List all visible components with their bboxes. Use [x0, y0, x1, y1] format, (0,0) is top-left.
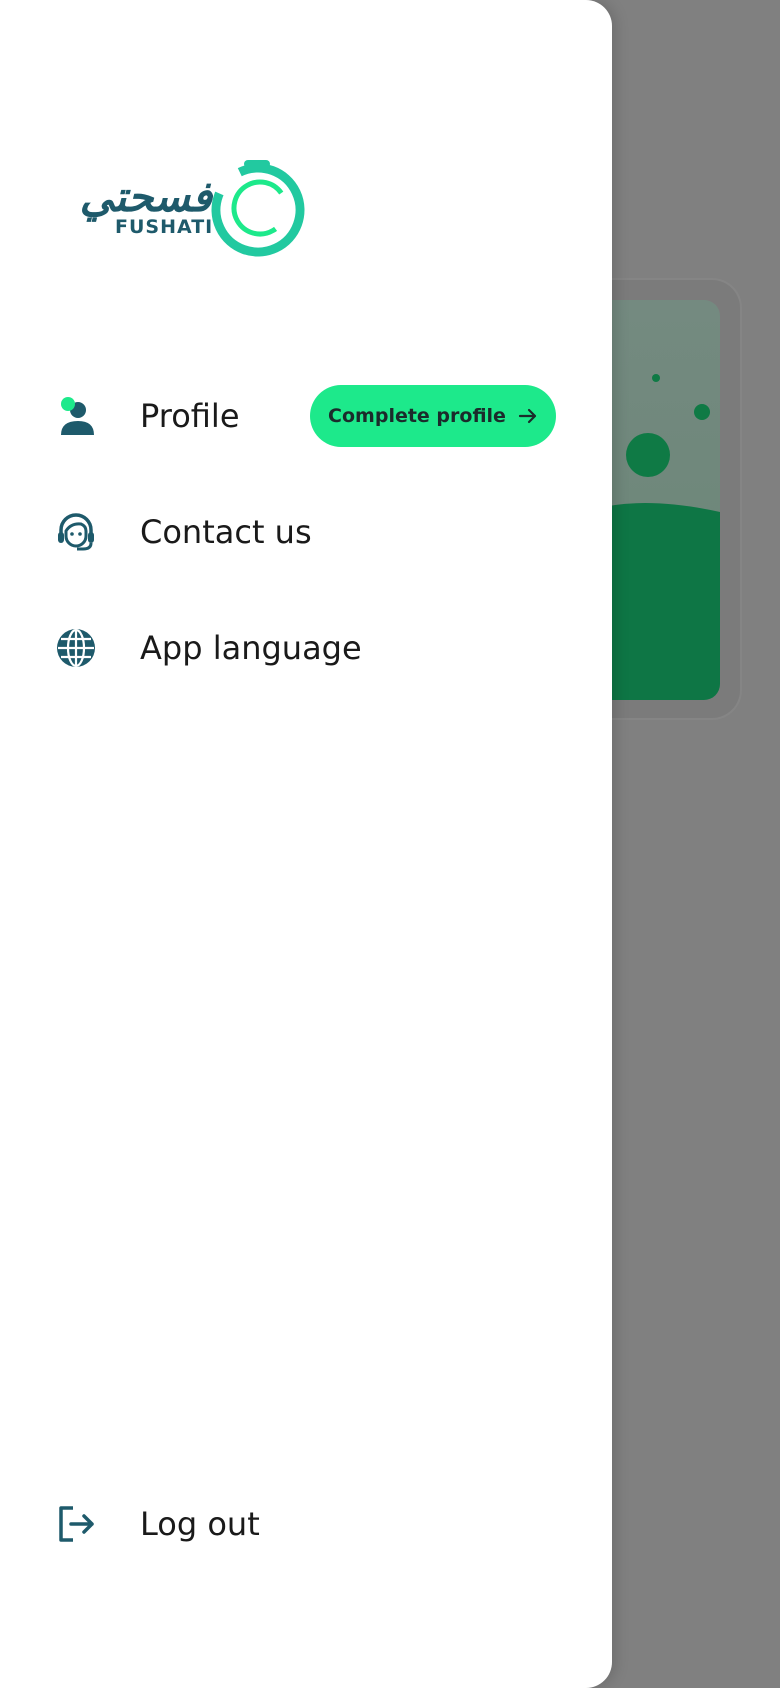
- logout-button[interactable]: Log out: [50, 1493, 570, 1555]
- logo-wordmark-arabic: فسحتي: [79, 172, 212, 221]
- menu-item-label: Profile: [140, 397, 240, 435]
- fushati-logo: فسحتي FUSHATI: [62, 158, 312, 264]
- logout-icon: [50, 1498, 102, 1550]
- logo-wordmark-english: FUSHATI: [115, 216, 214, 238]
- menu-item-app-language[interactable]: App language: [50, 617, 570, 679]
- logo-ring-icon: [211, 160, 305, 257]
- logout-label: Log out: [140, 1505, 260, 1543]
- arrow-right-icon: [518, 408, 537, 424]
- menu-item-label: Contact us: [140, 513, 312, 551]
- menu-item-contact-us[interactable]: Contact us: [50, 501, 570, 563]
- globe-icon: [50, 622, 102, 674]
- profile-icon: [50, 390, 102, 442]
- navigation-drawer: فسحتي FUSHATI Profile Complete profile C…: [0, 0, 612, 1688]
- complete-profile-button[interactable]: Complete profile: [310, 385, 556, 447]
- menu-item-label: App language: [140, 629, 362, 667]
- complete-profile-label: Complete profile: [328, 405, 506, 427]
- headset-icon: [50, 506, 102, 558]
